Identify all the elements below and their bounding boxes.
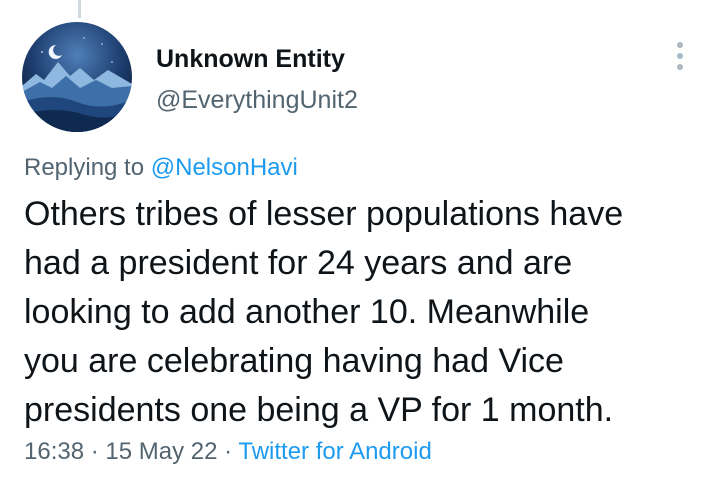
tweet-text-line: presidents one being a VP for 1 month.	[24, 391, 614, 429]
tweet-metadata: 16:38 · 15 May 22 · Twitter for Android	[24, 438, 432, 466]
tweet-date[interactable]: 15 May 22	[105, 438, 217, 465]
tweet-text-line: you are celebrating having had Vice	[24, 342, 564, 380]
thread-connector-line	[78, 0, 81, 18]
tweet-text-line: looking to add another 10. Meanwhile	[24, 293, 590, 331]
author-handle[interactable]: @EverythingUnit2	[156, 86, 358, 115]
meta-separator: ·	[84, 438, 106, 465]
avatar[interactable]	[22, 22, 132, 132]
tweet-time[interactable]: 16:38	[24, 438, 84, 465]
night-mountain-landscape-icon	[22, 22, 132, 132]
tweet-source-link[interactable]: Twitter for Android	[238, 438, 431, 465]
ellipsis-dot	[677, 53, 683, 59]
ellipsis-dot	[677, 64, 683, 70]
replying-to-line: Replying to @NelsonHavi	[24, 154, 298, 182]
tweet-text-line: Others tribes of lesser populations have	[24, 195, 624, 233]
meta-separator: ·	[217, 438, 239, 465]
more-options-button[interactable]	[666, 38, 694, 74]
tweet-text: Others tribes of lesser populations have…	[24, 190, 704, 435]
replying-to-label: Replying to	[24, 154, 151, 181]
author-display-name[interactable]: Unknown Entity	[156, 45, 345, 74]
tweet-text-line: had a president for 24 years and are	[24, 244, 573, 282]
replying-to-handle-link[interactable]: @NelsonHavi	[151, 154, 298, 181]
vertical-ellipsis-icon	[677, 42, 683, 48]
